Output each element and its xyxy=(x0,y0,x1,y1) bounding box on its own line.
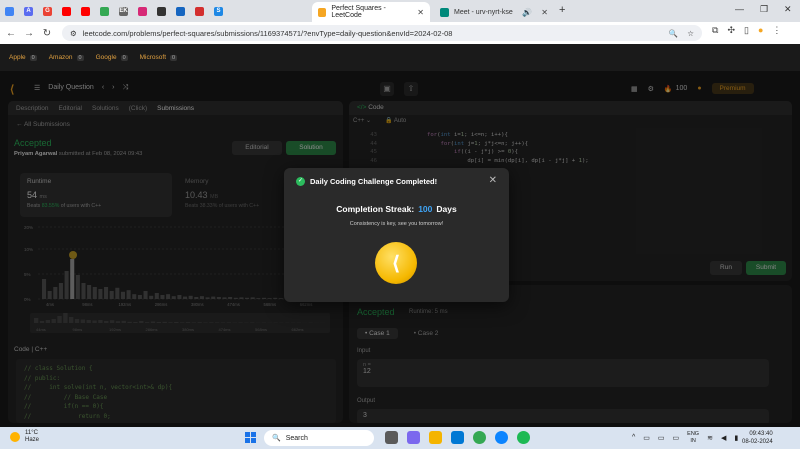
accounts-icon: A xyxy=(24,6,33,16)
pinned-tab[interactable]: S xyxy=(209,0,228,22)
company-tag[interactable]: Amazon 0 xyxy=(49,54,84,61)
reload-icon[interactable]: ↻ xyxy=(38,28,56,39)
youtube-icon xyxy=(81,6,90,16)
pinned-tab[interactable] xyxy=(171,0,190,22)
company-count: 0 xyxy=(29,54,37,61)
company-count: 0 xyxy=(170,54,178,61)
search-icon: 🔍 xyxy=(272,435,281,442)
pinned-tab[interactable]: G xyxy=(38,0,57,22)
windows-taskbar: 11°C Haze 🔍 Search ^ ▭ ▭ ▭ ENG IN ≋ ◀ ▮ 09… xyxy=(0,427,800,449)
completion-streak: Completion Streak: 100 Days xyxy=(336,204,457,214)
close-icon[interactable]: ✕ xyxy=(541,8,548,17)
pinned-tab[interactable] xyxy=(0,0,19,22)
s-icon: S xyxy=(214,6,223,16)
company-tag[interactable]: Apple 0 xyxy=(9,54,37,61)
company-name: Google xyxy=(95,54,117,61)
pinned-tab[interactable] xyxy=(57,0,76,22)
youtube-icon xyxy=(62,6,71,16)
file-explorer-icon[interactable] xyxy=(429,431,442,444)
start-icon[interactable] xyxy=(245,432,256,443)
chrome-icon[interactable] xyxy=(473,431,486,444)
chevron-up-icon[interactable]: ^ xyxy=(632,434,635,441)
modal-message: Consistency is key, see you tomorrow! xyxy=(349,221,444,227)
menu-icon[interactable]: ⋮ xyxy=(772,25,781,36)
company-tag[interactable]: Microsoft 0 xyxy=(139,54,178,61)
company-count: 0 xyxy=(120,54,128,61)
spotify-icon[interactable] xyxy=(517,431,530,444)
tab-title: Meet - urv-nyrt-kse xyxy=(454,8,513,16)
gem-icon xyxy=(176,6,185,16)
pinned-tab[interactable] xyxy=(95,0,114,22)
tray-icon[interactable]: ▭ xyxy=(658,434,665,442)
company-count: 0 xyxy=(76,54,84,61)
pinned-tab[interactable] xyxy=(133,0,152,22)
widgets-icon[interactable] xyxy=(407,431,420,444)
weather-widget[interactable]: 11°C Haze xyxy=(10,430,39,444)
browser-icon[interactable] xyxy=(495,431,508,444)
speaker-icon[interactable]: ◀ xyxy=(721,434,726,442)
maximize-icon[interactable]: ❐ xyxy=(760,4,768,15)
company-name: Amazon xyxy=(48,54,73,61)
gfg-icon xyxy=(195,6,204,16)
instagram-icon xyxy=(138,6,147,16)
close-icon[interactable]: ✕ xyxy=(489,175,497,186)
back-icon[interactable]: ← xyxy=(2,28,20,39)
daily-challenge-modal: ✓ Daily Coding Challenge Completed! ✕ Co… xyxy=(284,168,509,302)
profile-avatar[interactable]: ● xyxy=(758,25,763,36)
google-icon: G xyxy=(43,6,52,16)
leetcode-icon xyxy=(318,7,327,17)
bookmark-star-icon[interactable]: ☆ xyxy=(687,29,694,38)
browser-tab-bar: A G EK S Perfect Squares - LeetCode ✕ Meet … xyxy=(0,0,800,22)
tab-meet[interactable]: Meet - urv-nyrt-kse 🔊 ✕ xyxy=(434,2,554,22)
tab-title: Perfect Squares - LeetCode xyxy=(331,5,386,19)
url-text: leetcode.com/problems/perfect-squares/su… xyxy=(82,28,453,38)
address-bar: ← → ↻ ⚙ leetcode.com/problems/perfect-sq… xyxy=(0,22,800,44)
forward-icon[interactable]: → xyxy=(20,28,38,39)
taskbar-search[interactable]: 🔍 Search xyxy=(264,430,374,446)
ek-icon: EK xyxy=(119,6,128,16)
sun-icon xyxy=(10,432,20,442)
tray-icon[interactable]: ▭ xyxy=(673,434,680,442)
tab-perfect-squares[interactable]: Perfect Squares - LeetCode ✕ xyxy=(312,2,430,22)
pinned-tabs: A G EK S xyxy=(0,0,228,22)
company-name: Microsoft xyxy=(139,54,167,61)
url-input[interactable]: ⚙ leetcode.com/problems/perfect-squares/… xyxy=(62,25,702,41)
pinned-tab[interactable] xyxy=(76,0,95,22)
edge-icon[interactable] xyxy=(451,431,464,444)
close-window-icon[interactable]: ✕ xyxy=(784,4,792,15)
meet-icon xyxy=(440,7,449,17)
zoom-icon[interactable]: 🔍 xyxy=(669,29,678,38)
github-icon xyxy=(157,6,166,16)
leetcode-coin-icon: ⟨ xyxy=(375,242,417,284)
check-circle-icon: ✓ xyxy=(296,177,305,186)
wifi-icon[interactable]: ≋ xyxy=(707,434,713,442)
task-view-icon[interactable] xyxy=(385,431,398,444)
speaker-icon: 🔊 xyxy=(522,7,533,17)
pinned-tab[interactable]: A xyxy=(19,0,38,22)
puzzle-icon[interactable]: ✣ xyxy=(727,25,735,36)
reading-list-icon[interactable]: ▯ xyxy=(744,25,749,36)
modal-title: Daily Coding Challenge Completed! xyxy=(310,177,438,186)
site-info-icon[interactable]: ⚙ xyxy=(70,29,77,38)
game-icon xyxy=(100,6,109,16)
company-tag[interactable]: Google 0 xyxy=(96,54,128,61)
new-tab-icon[interactable]: + xyxy=(559,4,565,16)
close-icon[interactable]: ✕ xyxy=(417,8,424,17)
language-indicator[interactable]: ENG IN xyxy=(687,431,699,444)
pinned-tab[interactable]: EK xyxy=(114,0,133,22)
clock[interactable]: 09:43:40 08-02-2024 xyxy=(742,430,773,446)
minimize-icon[interactable]: — xyxy=(735,4,744,14)
chrome-icon xyxy=(5,6,14,16)
battery-icon[interactable]: ▮ xyxy=(734,434,738,442)
pinned-tab[interactable] xyxy=(190,0,209,22)
company-name: Apple xyxy=(9,54,26,61)
extensions-icon[interactable]: ⧉ xyxy=(712,25,718,36)
company-tags-bar: Apple 0 Amazon 0 Google 0 Microsoft 0 xyxy=(0,44,800,71)
tray-icon[interactable]: ▭ xyxy=(643,434,650,442)
pinned-tab[interactable] xyxy=(152,0,171,22)
